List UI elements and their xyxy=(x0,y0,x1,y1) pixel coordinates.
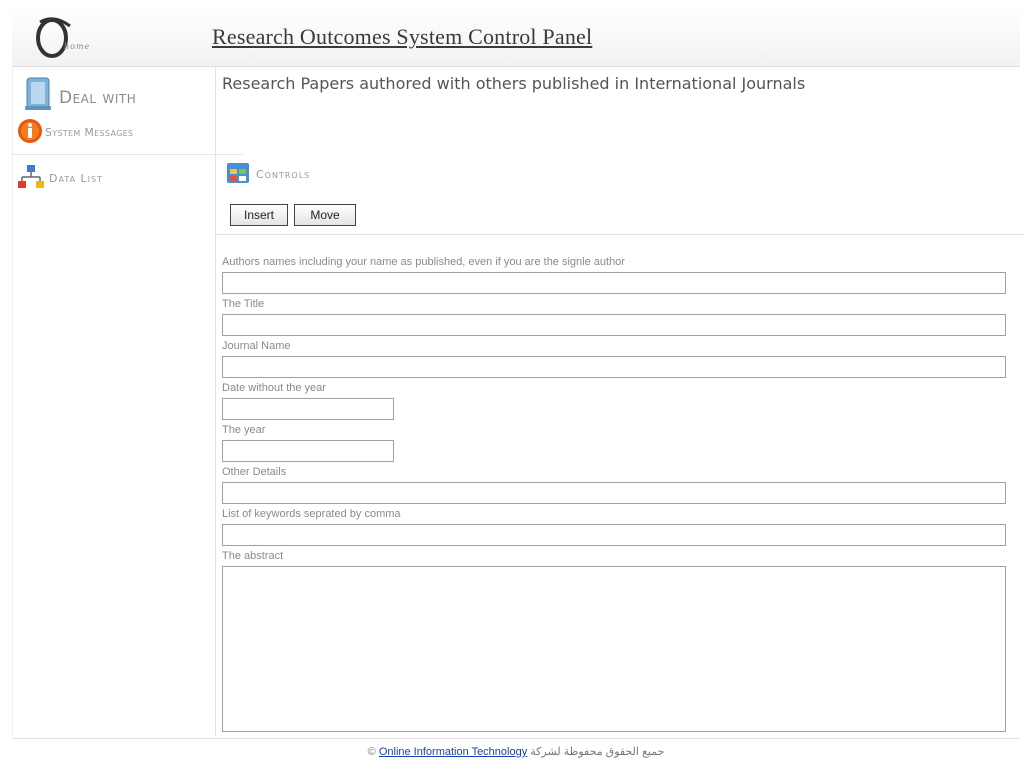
info-icon xyxy=(18,119,42,143)
sidebar-item-label: Deal with xyxy=(59,88,137,108)
insert-button[interactable]: Insert xyxy=(230,204,288,226)
keywords-label: List of keywords seprated by comma xyxy=(222,508,401,520)
sidebar: Deal with System Messages Data List xyxy=(12,66,243,736)
other-details-label: Other Details xyxy=(222,466,287,478)
abstract-textarea[interactable] xyxy=(222,566,1006,732)
company-link[interactable]: Online Information Technology xyxy=(379,746,527,758)
title-label: The Title xyxy=(222,298,265,310)
year-label: The year xyxy=(222,424,266,436)
date-field[interactable] xyxy=(222,398,394,420)
journal-label: Journal Name xyxy=(222,340,291,352)
site-logo[interactable]: home xyxy=(34,12,134,60)
content-divider xyxy=(216,234,1024,235)
sidebar-item-system-messages[interactable]: System Messages xyxy=(15,116,205,146)
logo-text: home xyxy=(64,42,91,51)
authors-field[interactable] xyxy=(222,272,1006,294)
keywords-field[interactable] xyxy=(222,524,1006,546)
controls-icon xyxy=(227,163,249,183)
sidebar-divider xyxy=(13,154,243,155)
logo-icon xyxy=(36,17,71,58)
title-field[interactable] xyxy=(222,314,1006,336)
date-label: Date without the year xyxy=(222,382,326,394)
cabinet-icon xyxy=(25,77,51,110)
footer-arabic-text: جميع الحقوق محفوظة لشركة xyxy=(530,746,665,758)
move-button[interactable]: Move xyxy=(294,204,356,226)
sidebar-item-label: Data List xyxy=(49,172,104,185)
footer: © Online Information Technology جميع الح… xyxy=(12,738,1020,766)
copyright-symbol: © xyxy=(367,746,376,758)
journal-field[interactable] xyxy=(222,356,1006,378)
abstract-label: The abstract xyxy=(222,550,284,562)
sidebar-item-label: System Messages xyxy=(45,126,134,139)
header-bar: home Research Outcomes System Control Pa… xyxy=(12,6,1020,67)
controls-label: Controls xyxy=(256,168,311,181)
sidebar-item-data-list[interactable]: Data List xyxy=(15,164,205,194)
authors-label: Authors names including your name as pub… xyxy=(222,256,625,268)
page-title[interactable]: Research Outcomes System Control Panel xyxy=(212,24,592,50)
hierarchy-icon xyxy=(18,165,44,188)
main-content: Research Papers authored with others pub… xyxy=(216,66,1024,736)
year-field[interactable] xyxy=(222,440,394,462)
section-heading: Research Papers authored with others pub… xyxy=(222,74,806,93)
other-details-field[interactable] xyxy=(222,482,1006,504)
sidebar-item-deal-with[interactable]: Deal with xyxy=(21,74,211,114)
